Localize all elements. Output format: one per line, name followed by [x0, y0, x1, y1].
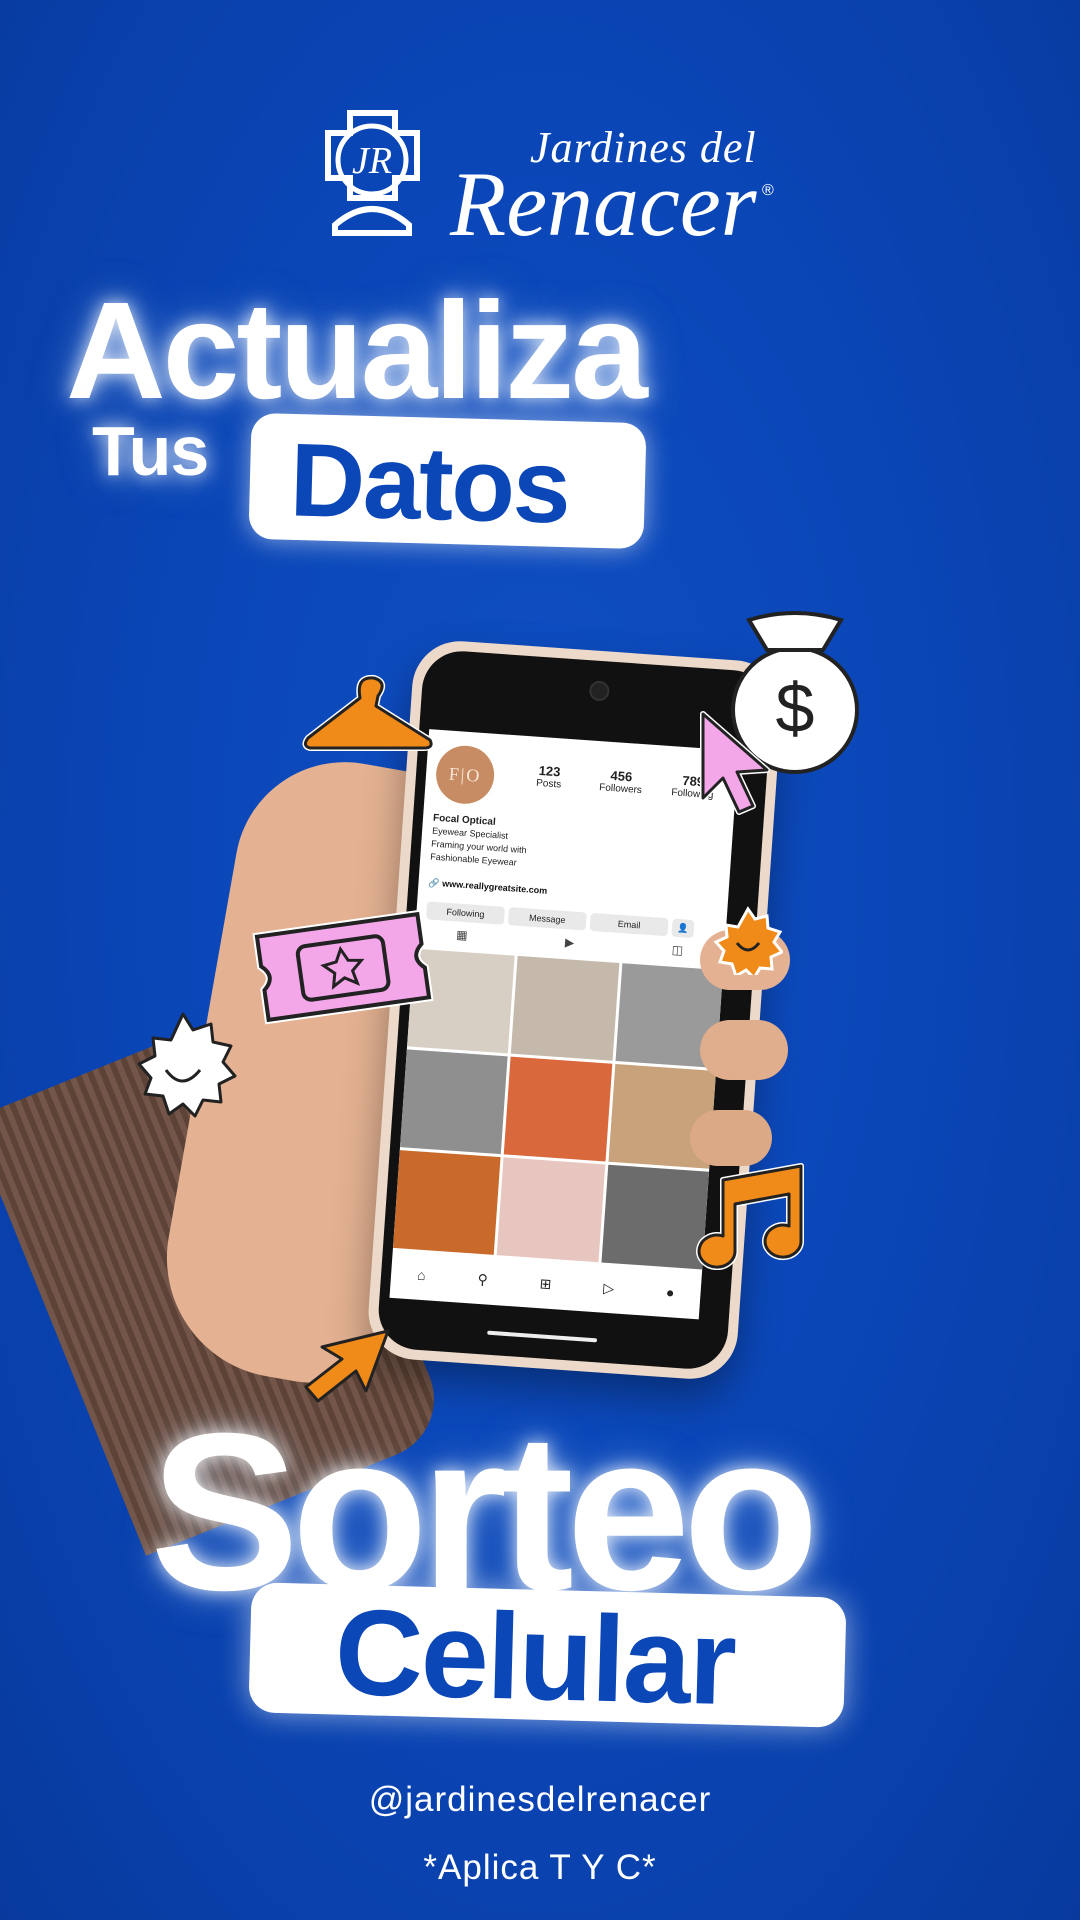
- registered-mark: ®: [762, 182, 774, 199]
- headline-datos: Datos: [288, 422, 571, 546]
- grid-photo[interactable]: [400, 1049, 508, 1155]
- logo-emblem-icon: JR: [325, 110, 420, 236]
- home-icon[interactable]: ⌂: [417, 1267, 427, 1284]
- smiley-sun-icon: [713, 906, 783, 975]
- bio-line3: Fashionable Eyewear: [430, 851, 518, 868]
- link-icon: 🔗: [428, 877, 443, 889]
- profile-icon[interactable]: ●: [665, 1284, 675, 1301]
- social-handle[interactable]: @jardinesdelrenacer: [0, 1780, 1080, 1820]
- search-icon[interactable]: ⚲: [477, 1270, 488, 1288]
- reels-nav-icon[interactable]: ▷: [603, 1279, 615, 1297]
- grid-photo[interactable]: [497, 1157, 605, 1263]
- headline-tus: Tus: [92, 412, 209, 490]
- photo-grid: [392, 948, 724, 1270]
- sun-face-icon: [137, 1012, 237, 1118]
- profile-website[interactable]: 🔗 www.reallygreatsite.com: [428, 877, 547, 896]
- grid-photo[interactable]: [511, 955, 620, 1061]
- hanger-icon: [302, 674, 435, 751]
- svg-text:JR: JR: [352, 140, 392, 182]
- email-button[interactable]: Email: [589, 912, 669, 937]
- grid-photo[interactable]: [392, 1150, 501, 1255]
- tagged-icon[interactable]: ◫: [670, 943, 685, 958]
- message-button[interactable]: Message: [507, 907, 587, 931]
- website-text: www.reallygreatsite.com: [441, 878, 548, 896]
- terms-note: *Aplica T Y C*: [423, 1848, 657, 1887]
- cursor-icon: [700, 711, 770, 815]
- brand-name-line2: Renacer: [450, 153, 757, 255]
- profile-avatar[interactable]: F|O: [434, 743, 497, 806]
- grid-photo[interactable]: [504, 1056, 612, 1162]
- posts-label: Posts: [535, 777, 562, 791]
- brand-logo: JR Jardines del Renacer ®: [300, 100, 780, 250]
- promo-highlight: Celular: [333, 1583, 737, 1731]
- finger: [690, 1110, 772, 1166]
- svg-text:$: $: [776, 669, 815, 747]
- headline-actualiza: Actualiza: [66, 274, 648, 428]
- finger: [700, 1020, 788, 1080]
- profile-bio: Focal Optical Eyewear Specialist Framing…: [430, 812, 653, 879]
- followers-label: Followers: [598, 782, 643, 797]
- grid-icon[interactable]: ▦: [454, 927, 469, 943]
- stat-posts[interactable]: 123 Posts: [513, 761, 585, 792]
- ticket-star-icon: [252, 909, 434, 1025]
- reels-icon[interactable]: ▶: [562, 935, 577, 950]
- add-person-icon[interactable]: 👤: [671, 918, 695, 939]
- music-note-icon: [696, 1163, 805, 1270]
- stat-followers[interactable]: 456 Followers: [585, 766, 657, 797]
- add-post-icon[interactable]: ⊞: [539, 1275, 552, 1293]
